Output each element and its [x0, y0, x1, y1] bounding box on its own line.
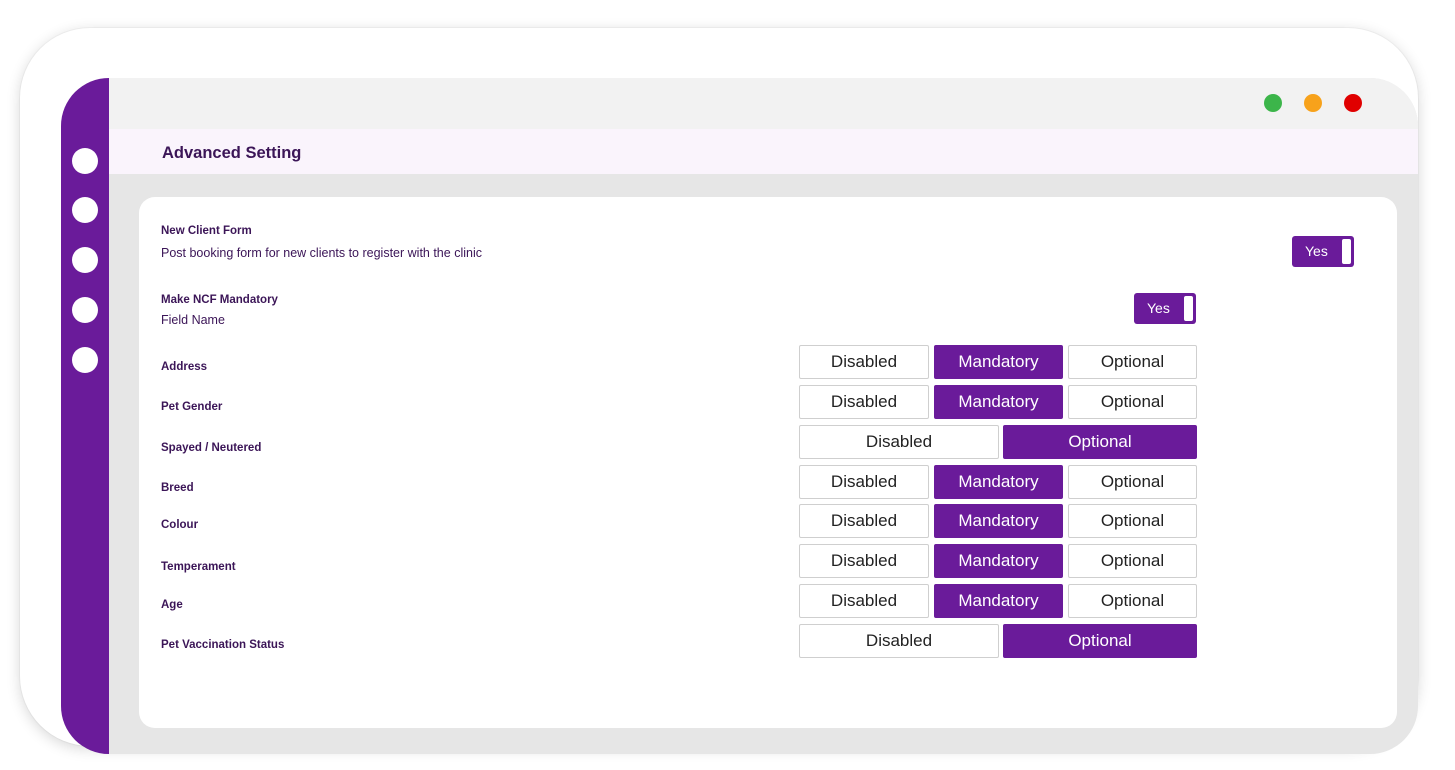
- toggle-knob: [1184, 296, 1193, 321]
- close-button[interactable]: [1344, 94, 1362, 112]
- disabled-option-button[interactable]: Disabled: [799, 584, 929, 618]
- mandatory-option-button[interactable]: Mandatory: [934, 544, 1063, 578]
- optional-option-button[interactable]: Optional: [1003, 624, 1197, 658]
- field-label: Age: [161, 599, 183, 611]
- minimize-button[interactable]: [1304, 94, 1322, 112]
- make-ncf-mandatory-toggle-label: Yes: [1147, 300, 1170, 316]
- sidebar-item-4[interactable]: [72, 297, 98, 323]
- sidebar-item-1[interactable]: [72, 148, 98, 174]
- mandatory-option-button[interactable]: Mandatory: [934, 465, 1063, 499]
- new-client-form-label: New Client Form: [161, 225, 252, 237]
- mandatory-option-button[interactable]: Mandatory: [934, 584, 1063, 618]
- field-name-label: Field Name: [161, 313, 225, 327]
- sidebar: [61, 78, 109, 754]
- disabled-option-button[interactable]: Disabled: [799, 504, 929, 538]
- title-bar: [109, 78, 1418, 129]
- disabled-option-button[interactable]: Disabled: [799, 345, 929, 379]
- device-frame: Advanced Setting New Client Form Post bo…: [20, 28, 1418, 754]
- settings-card: New Client Form Post booking form for ne…: [139, 197, 1397, 728]
- field-label: Breed: [161, 482, 194, 494]
- field-label: Spayed / Neutered: [161, 442, 262, 454]
- optional-option-button[interactable]: Optional: [1068, 504, 1197, 538]
- optional-option-button[interactable]: Optional: [1068, 584, 1197, 618]
- new-client-form-description: Post booking form for new clients to reg…: [161, 246, 482, 260]
- make-ncf-mandatory-label: Make NCF Mandatory: [161, 294, 278, 306]
- maximize-button[interactable]: [1264, 94, 1282, 112]
- optional-option-button[interactable]: Optional: [1068, 465, 1197, 499]
- mandatory-option-button[interactable]: Mandatory: [934, 345, 1063, 379]
- sidebar-item-5[interactable]: [72, 347, 98, 373]
- optional-option-button[interactable]: Optional: [1068, 345, 1197, 379]
- app-window: Advanced Setting New Client Form Post bo…: [61, 78, 1418, 754]
- field-label: Pet Vaccination Status: [161, 639, 285, 651]
- sidebar-item-3[interactable]: [72, 247, 98, 273]
- disabled-option-button[interactable]: Disabled: [799, 425, 999, 459]
- disabled-option-button[interactable]: Disabled: [799, 465, 929, 499]
- field-label: Temperament: [161, 561, 236, 573]
- toggle-knob: [1342, 239, 1351, 264]
- mandatory-option-button[interactable]: Mandatory: [934, 504, 1063, 538]
- field-label: Colour: [161, 519, 199, 531]
- optional-option-button[interactable]: Optional: [1003, 425, 1197, 459]
- make-ncf-mandatory-toggle[interactable]: Yes: [1134, 293, 1196, 324]
- disabled-option-button[interactable]: Disabled: [799, 624, 999, 658]
- page-title: Advanced Setting: [162, 144, 302, 162]
- new-client-form-toggle[interactable]: Yes: [1292, 236, 1354, 267]
- disabled-option-button[interactable]: Disabled: [799, 385, 929, 419]
- optional-option-button[interactable]: Optional: [1068, 544, 1197, 578]
- mandatory-option-button[interactable]: Mandatory: [934, 385, 1063, 419]
- page-header: Advanced Setting: [109, 129, 1418, 174]
- optional-option-button[interactable]: Optional: [1068, 385, 1197, 419]
- new-client-form-toggle-label: Yes: [1305, 243, 1328, 259]
- field-label: Pet Gender: [161, 401, 223, 413]
- sidebar-item-2[interactable]: [72, 197, 98, 223]
- disabled-option-button[interactable]: Disabled: [799, 544, 929, 578]
- field-label: Address: [161, 361, 208, 373]
